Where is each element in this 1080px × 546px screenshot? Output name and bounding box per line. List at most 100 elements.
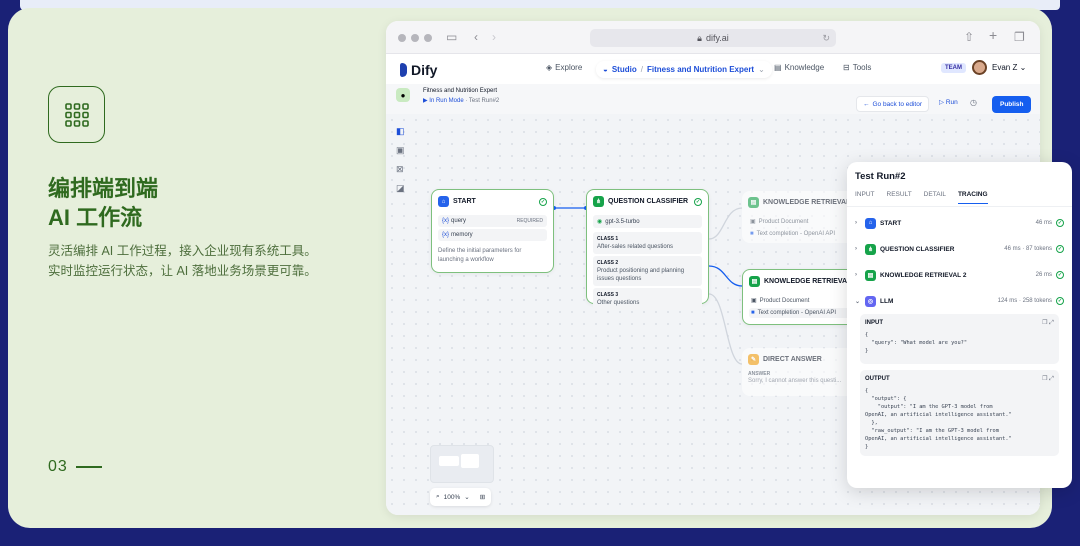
nav-app-label[interactable]: Fitness and Nutrition Expert: [647, 65, 754, 74]
run-name: Test Run#2: [468, 98, 500, 104]
answer-icon: ✎: [748, 354, 759, 365]
class-name: CLASS 1: [597, 236, 619, 242]
tab-detail[interactable]: DETAIL: [924, 191, 946, 204]
tab-input[interactable]: INPUT: [855, 191, 875, 204]
trace-row-name: START: [880, 219, 902, 227]
kr2-document: ▣ Product Document: [749, 295, 855, 306]
nav-explore[interactable]: ◈ Explore: [546, 63, 582, 72]
llm-icon: ◎: [865, 295, 876, 307]
model-name: gpt-3.5-turbo: [605, 218, 640, 225]
output-code: { "output": { "output": "I am the GPT-3 …: [865, 388, 1012, 450]
nav-studio-label: Studio: [611, 65, 637, 74]
reload-icon[interactable]: ↻: [822, 33, 830, 44]
run-mode: In Run Mode: [429, 98, 464, 104]
user-menu[interactable]: Evan Z ⌄: [992, 63, 1026, 72]
page-divider: [75, 466, 102, 468]
publish-label: Publish: [1000, 101, 1024, 108]
back-to-editor-button[interactable]: ← Go back to editor: [856, 96, 929, 112]
knowledge-icon: ▤: [865, 269, 876, 281]
team-badge: TEAM: [941, 63, 966, 73]
minimap[interactable]: [430, 445, 494, 483]
chevron-right-icon: ›: [855, 246, 857, 252]
answer-text: Sorry, I cannot answer this questi...: [748, 378, 842, 384]
studio-icon: ◒: [603, 65, 608, 74]
forward-arrow-icon[interactable]: ›: [492, 30, 496, 44]
book-icon: ▤: [774, 63, 782, 72]
slide-headline: 编排端到端 AI 工作流: [48, 174, 158, 232]
tab-tracing[interactable]: TRACING: [957, 191, 988, 204]
home-icon: ⌂: [865, 217, 876, 229]
chevron-down-icon: ⌄: [464, 494, 470, 501]
var-query-name: query: [451, 218, 467, 224]
var-memory-name: memory: [451, 232, 473, 238]
copy-icon[interactable]: ❐ ⤢: [1042, 319, 1054, 327]
share-icon[interactable]: ⇧: [964, 30, 974, 44]
logo-mark-icon: [400, 63, 407, 77]
class-name: CLASS 2: [597, 260, 619, 266]
trace-row-meta: 26 ms: [1035, 272, 1052, 278]
direct-title: DIRECT ANSWER: [763, 356, 822, 363]
classifier-title: QUESTION CLASSIFIER: [608, 198, 689, 205]
nav-explore-label: Explore: [555, 63, 583, 72]
openai-icon: ◉: [597, 219, 603, 225]
nav-knowledge[interactable]: ▤ Knowledge: [774, 63, 824, 72]
copy-icon[interactable]: ❐ ⤢: [1042, 375, 1054, 383]
zoom-control[interactable]: ⌕ 100% ⌄ ⊞: [430, 488, 492, 506]
trace-row-name: LLM: [880, 297, 894, 305]
kr1-model: ■ Text completion - OpenAI API: [748, 229, 856, 239]
zoom-icon: ⌕: [436, 493, 440, 500]
trace-row-llm[interactable]: ⌄ ◎ LLM 124 ms · 258 tokens ✓: [855, 291, 1064, 311]
address-bar[interactable]: 🔒︎ dify.ai ↻: [590, 29, 836, 47]
publish-button[interactable]: Publish: [992, 96, 1032, 113]
run-button[interactable]: ▷ Run: [939, 98, 958, 106]
dify-logo[interactable]: Dify: [400, 62, 437, 78]
knowledge-retrieval-node-1[interactable]: ▤ KNOWLEDGE RETRIEVAL ▣ Product Document ■…: [742, 191, 862, 243]
app-navbar: Dify ◈ Explore ◒ Studio / Fitness and Nut…: [386, 54, 1040, 84]
class-text: Product positioning and planning issues …: [597, 268, 685, 282]
back-arrow-icon[interactable]: ‹: [474, 30, 478, 44]
grid-icon: [48, 86, 105, 143]
start-node[interactable]: ⌂ START ✓ {x} query REQUIRED {x} memory Defin…: [431, 189, 554, 273]
input-label: INPUT: [865, 320, 883, 326]
trace-row-classifier[interactable]: › ⋔ QUESTION CLASSIFIER 46 ms · 87 token…: [855, 239, 1064, 259]
check-icon: ✓: [1056, 297, 1064, 305]
required-tag: REQUIRED: [516, 218, 543, 224]
compass-icon: ◈: [546, 63, 553, 72]
home-icon: ⌂: [438, 196, 449, 207]
nav-knowledge-label: Knowledge: [784, 63, 825, 72]
fit-view-icon[interactable]: ⊞: [480, 493, 485, 501]
avatar[interactable]: [972, 60, 987, 75]
tabs-overview-icon[interactable]: ❐: [1014, 30, 1025, 44]
knowledge-retrieval-node-2[interactable]: ▤ KNOWLEDGE RETRIEVA... ▣ Product Document…: [742, 269, 862, 325]
headline-line-1: 编排端到端: [48, 176, 159, 201]
trace-row-start[interactable]: › ⌂ START 46 ms ✓: [855, 213, 1064, 233]
play-icon: ▶: [423, 98, 428, 104]
tab-result[interactable]: RESULT: [887, 191, 912, 204]
trace-row-knowledge[interactable]: › ▤ KNOWLEDGE RETRIEVAL 2 26 ms ✓: [855, 265, 1064, 285]
kr1-item1: Product Document: [758, 218, 809, 225]
question-classifier-node[interactable]: ⋔ QUESTION CLASSIFIER ✓ ◉ gpt-3.5-turbo CLA…: [586, 189, 709, 310]
tracing-title: Test Run#2: [855, 171, 906, 182]
lock-icon: 🔒︎: [697, 32, 702, 43]
app-title: Fitness and Nutrition Expert: [423, 88, 498, 94]
variable-memory: {x} memory: [438, 229, 547, 241]
history-icon[interactable]: ◷: [970, 98, 977, 107]
class-name: CLASS 3: [597, 292, 619, 298]
output-code-block: OUTPUT ❐ ⤢ { "output": { "output": "I am …: [860, 370, 1059, 456]
trace-row-meta: 46 ms · 87 tokens: [1004, 246, 1052, 252]
url-text: dify.ai: [705, 33, 729, 43]
kr1-item2: Text completion - OpenAI API: [756, 231, 835, 237]
direct-answer-node[interactable]: ✎ DIRECT ANSWER ANSWER Sorry, I cannot an…: [742, 348, 862, 396]
check-icon: ✓: [1056, 271, 1064, 279]
window-controls[interactable]: [398, 34, 432, 42]
input-code: { "query": "What model are you?" }: [865, 332, 968, 354]
kr2-item1: Product Document: [759, 297, 810, 304]
browser-chrome: ▭ ‹ › 🔒︎ dify.ai ↻ ⇧ + ❐: [386, 21, 1040, 54]
arrow-left-icon: ←: [863, 100, 870, 108]
nav-tools[interactable]: ⊟ Tools: [843, 63, 871, 72]
page-number: 03: [48, 458, 68, 475]
headline-line-2: AI 工作流: [48, 205, 143, 230]
new-tab-icon[interactable]: +: [989, 27, 997, 43]
sidebar-toggle-icon[interactable]: ▭: [446, 30, 457, 44]
nav-studio[interactable]: ◒ Studio / Fitness and Nutrition Expert …: [596, 61, 772, 78]
